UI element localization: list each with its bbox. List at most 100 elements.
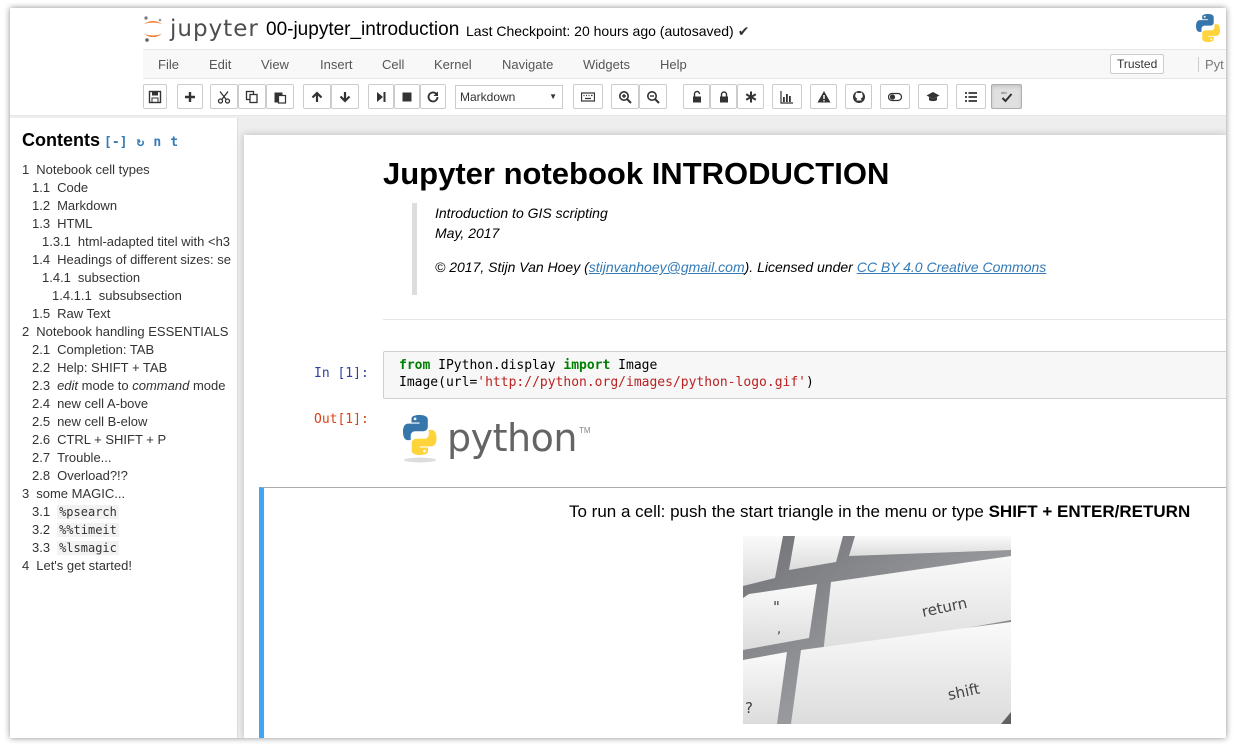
- paste-button[interactable]: [266, 84, 294, 109]
- toc-label-em: edit: [57, 378, 79, 393]
- cut-button[interactable]: [210, 84, 238, 109]
- menu-edit[interactable]: Edit: [209, 57, 231, 72]
- code-cell-input[interactable]: from IPython.display import Image Image(…: [383, 351, 1226, 399]
- toc-number-icon[interactable]: n: [153, 135, 161, 150]
- interrupt-button[interactable]: [394, 84, 420, 109]
- toc-item[interactable]: 1.3 HTML: [10, 215, 237, 233]
- toc-item[interactable]: 4 Let's get started!: [10, 557, 237, 575]
- toc-label: Notebook cell types: [36, 162, 150, 177]
- spellcheck-button[interactable]: abc: [991, 84, 1022, 109]
- toc-label: Let's get started!: [36, 558, 132, 573]
- menu-bar: File Edit View Insert Cell Kernel Naviga…: [143, 49, 1226, 79]
- jupyter-logo[interactable]: jupyter: [142, 13, 259, 45]
- copyright-text: © 2017, Stijn Van Hoey (: [435, 259, 589, 275]
- toc-toggle-icon[interactable]: t: [170, 135, 178, 150]
- toc-reload-icon[interactable]: ↻: [137, 135, 145, 150]
- toc-item[interactable]: 3 some MAGIC...: [10, 485, 237, 503]
- copy-icon: [245, 90, 258, 103]
- browser-window: jupyter 00-jupyter_introduction Last Che…: [10, 8, 1226, 738]
- move-down-button[interactable]: [331, 84, 359, 109]
- freeze-button[interactable]: [737, 84, 764, 109]
- toc-item[interactable]: 1.4.1.1 subsubsection: [10, 287, 237, 305]
- toc-item[interactable]: 2 Notebook handling ESSENTIALS: [10, 323, 237, 341]
- toc-number: 3.2: [32, 522, 51, 537]
- toc-item[interactable]: 1.4.1 subsection: [10, 269, 237, 287]
- command-palette-button[interactable]: [573, 84, 603, 109]
- toc-label: subsubsection: [98, 288, 182, 303]
- toc-item[interactable]: 2.2 Help: SHIFT + TAB: [10, 359, 237, 377]
- notebook-title[interactable]: 00-jupyter_introduction: [266, 19, 459, 41]
- toc-item[interactable]: 2.8 Overload?!?: [10, 467, 237, 485]
- menu-widgets[interactable]: Widgets: [583, 57, 630, 72]
- code-keyword: import: [563, 358, 611, 373]
- toc-label: CTRL + SHIFT + P: [57, 432, 167, 447]
- toc-item[interactable]: 2.1 Completion: TAB: [10, 341, 237, 359]
- selected-markdown-cell[interactable]: To run a cell: push the start triangle i…: [259, 487, 1226, 738]
- github-button[interactable]: [845, 84, 872, 109]
- zoom-in-button[interactable]: [611, 84, 639, 109]
- toc-button[interactable]: [956, 84, 986, 109]
- menu-navigate[interactable]: Navigate: [502, 57, 553, 72]
- chart-button[interactable]: [772, 84, 802, 109]
- code-line-2: Image(url='http://python.org/images/pyth…: [399, 374, 1226, 391]
- toc-code-label: %lsmagic: [57, 541, 119, 555]
- toc-number: 2: [22, 324, 30, 339]
- kernel-name[interactable]: Pyt: [1198, 57, 1224, 72]
- trademark-mark: TM: [578, 425, 591, 435]
- restart-button[interactable]: [420, 84, 446, 109]
- menu-insert[interactable]: Insert: [320, 57, 353, 72]
- run-button[interactable]: [368, 84, 394, 109]
- unlock-button[interactable]: [683, 84, 710, 109]
- license-link[interactable]: CC BY 4.0 Creative Commons: [857, 259, 1047, 275]
- menu-kernel[interactable]: Kernel: [434, 57, 472, 72]
- toc-item[interactable]: 2.5 new cell B-elow: [10, 413, 237, 431]
- warning-icon: [817, 90, 830, 102]
- toc-number: 1.1: [32, 180, 51, 195]
- toc-collapse-button[interactable]: [-]: [104, 135, 127, 150]
- copy-button[interactable]: [238, 84, 266, 109]
- move-up-button[interactable]: [303, 84, 331, 109]
- save-button[interactable]: [143, 84, 167, 109]
- toc-item[interactable]: 1.2 Markdown: [10, 197, 237, 215]
- svg-text:?: ?: [745, 699, 753, 717]
- toc-item[interactable]: 3.1 %psearch: [10, 503, 237, 521]
- insert-cell-button[interactable]: [177, 84, 203, 109]
- toc-item[interactable]: 1.4 Headings of different sizes: se: [10, 251, 237, 269]
- trusted-indicator[interactable]: Trusted: [1110, 54, 1165, 74]
- menu-help[interactable]: Help: [660, 57, 687, 72]
- toggle-button[interactable]: [880, 84, 910, 109]
- toc-item[interactable]: 2.7 Trouble...: [10, 449, 237, 467]
- asterisk-icon: [745, 91, 756, 102]
- toc-number: 2.2: [32, 360, 51, 375]
- toc-item[interactable]: 2.4 new cell A-bove: [10, 395, 237, 413]
- toc-number: 2.1: [32, 342, 51, 357]
- email-link[interactable]: stijnvanhoey@gmail.com: [589, 259, 745, 275]
- toc-item[interactable]: 1 Notebook cell types: [10, 161, 237, 179]
- toc-label: new cell B-elow: [57, 414, 148, 429]
- svg-text:,: ,: [777, 622, 781, 637]
- toc-item[interactable]: 1.1 Code: [10, 179, 237, 197]
- input-prompt: In [1]:: [314, 366, 369, 381]
- toolbar: Markdown ▼ abc: [143, 84, 1226, 110]
- notebook-heading: Jupyter notebook INTRODUCTION: [383, 156, 890, 191]
- notebook-header: jupyter 00-jupyter_introduction Last Che…: [10, 8, 1226, 116]
- dropdown-arrow-icon: ▼: [549, 92, 557, 101]
- toc-item[interactable]: 3.2 %%timeit: [10, 521, 237, 539]
- zoom-out-button[interactable]: [639, 84, 667, 109]
- warning-button[interactable]: [810, 84, 837, 109]
- lock-button[interactable]: [710, 84, 737, 109]
- toc-item[interactable]: 2.3 edit mode to command mode: [10, 377, 237, 395]
- menu-view[interactable]: View: [261, 57, 289, 72]
- toc-label: mode: [189, 378, 226, 393]
- menu-file[interactable]: File: [158, 57, 179, 72]
- toc-item[interactable]: 1.3.1 html-adapted titel with <h3: [10, 233, 237, 251]
- toc-item[interactable]: 3.3 %lsmagic: [10, 539, 237, 557]
- exercise-button[interactable]: [918, 84, 948, 109]
- toggle-icon: [888, 92, 902, 101]
- menu-cell[interactable]: Cell: [382, 57, 404, 72]
- svg-text:abc: abc: [1001, 91, 1007, 95]
- cell-type-select[interactable]: Markdown ▼: [455, 85, 563, 109]
- toc-label-em: command: [132, 378, 190, 393]
- toc-item[interactable]: 2.6 CTRL + SHIFT + P: [10, 431, 237, 449]
- toc-item[interactable]: 1.5 Raw Text: [10, 305, 237, 323]
